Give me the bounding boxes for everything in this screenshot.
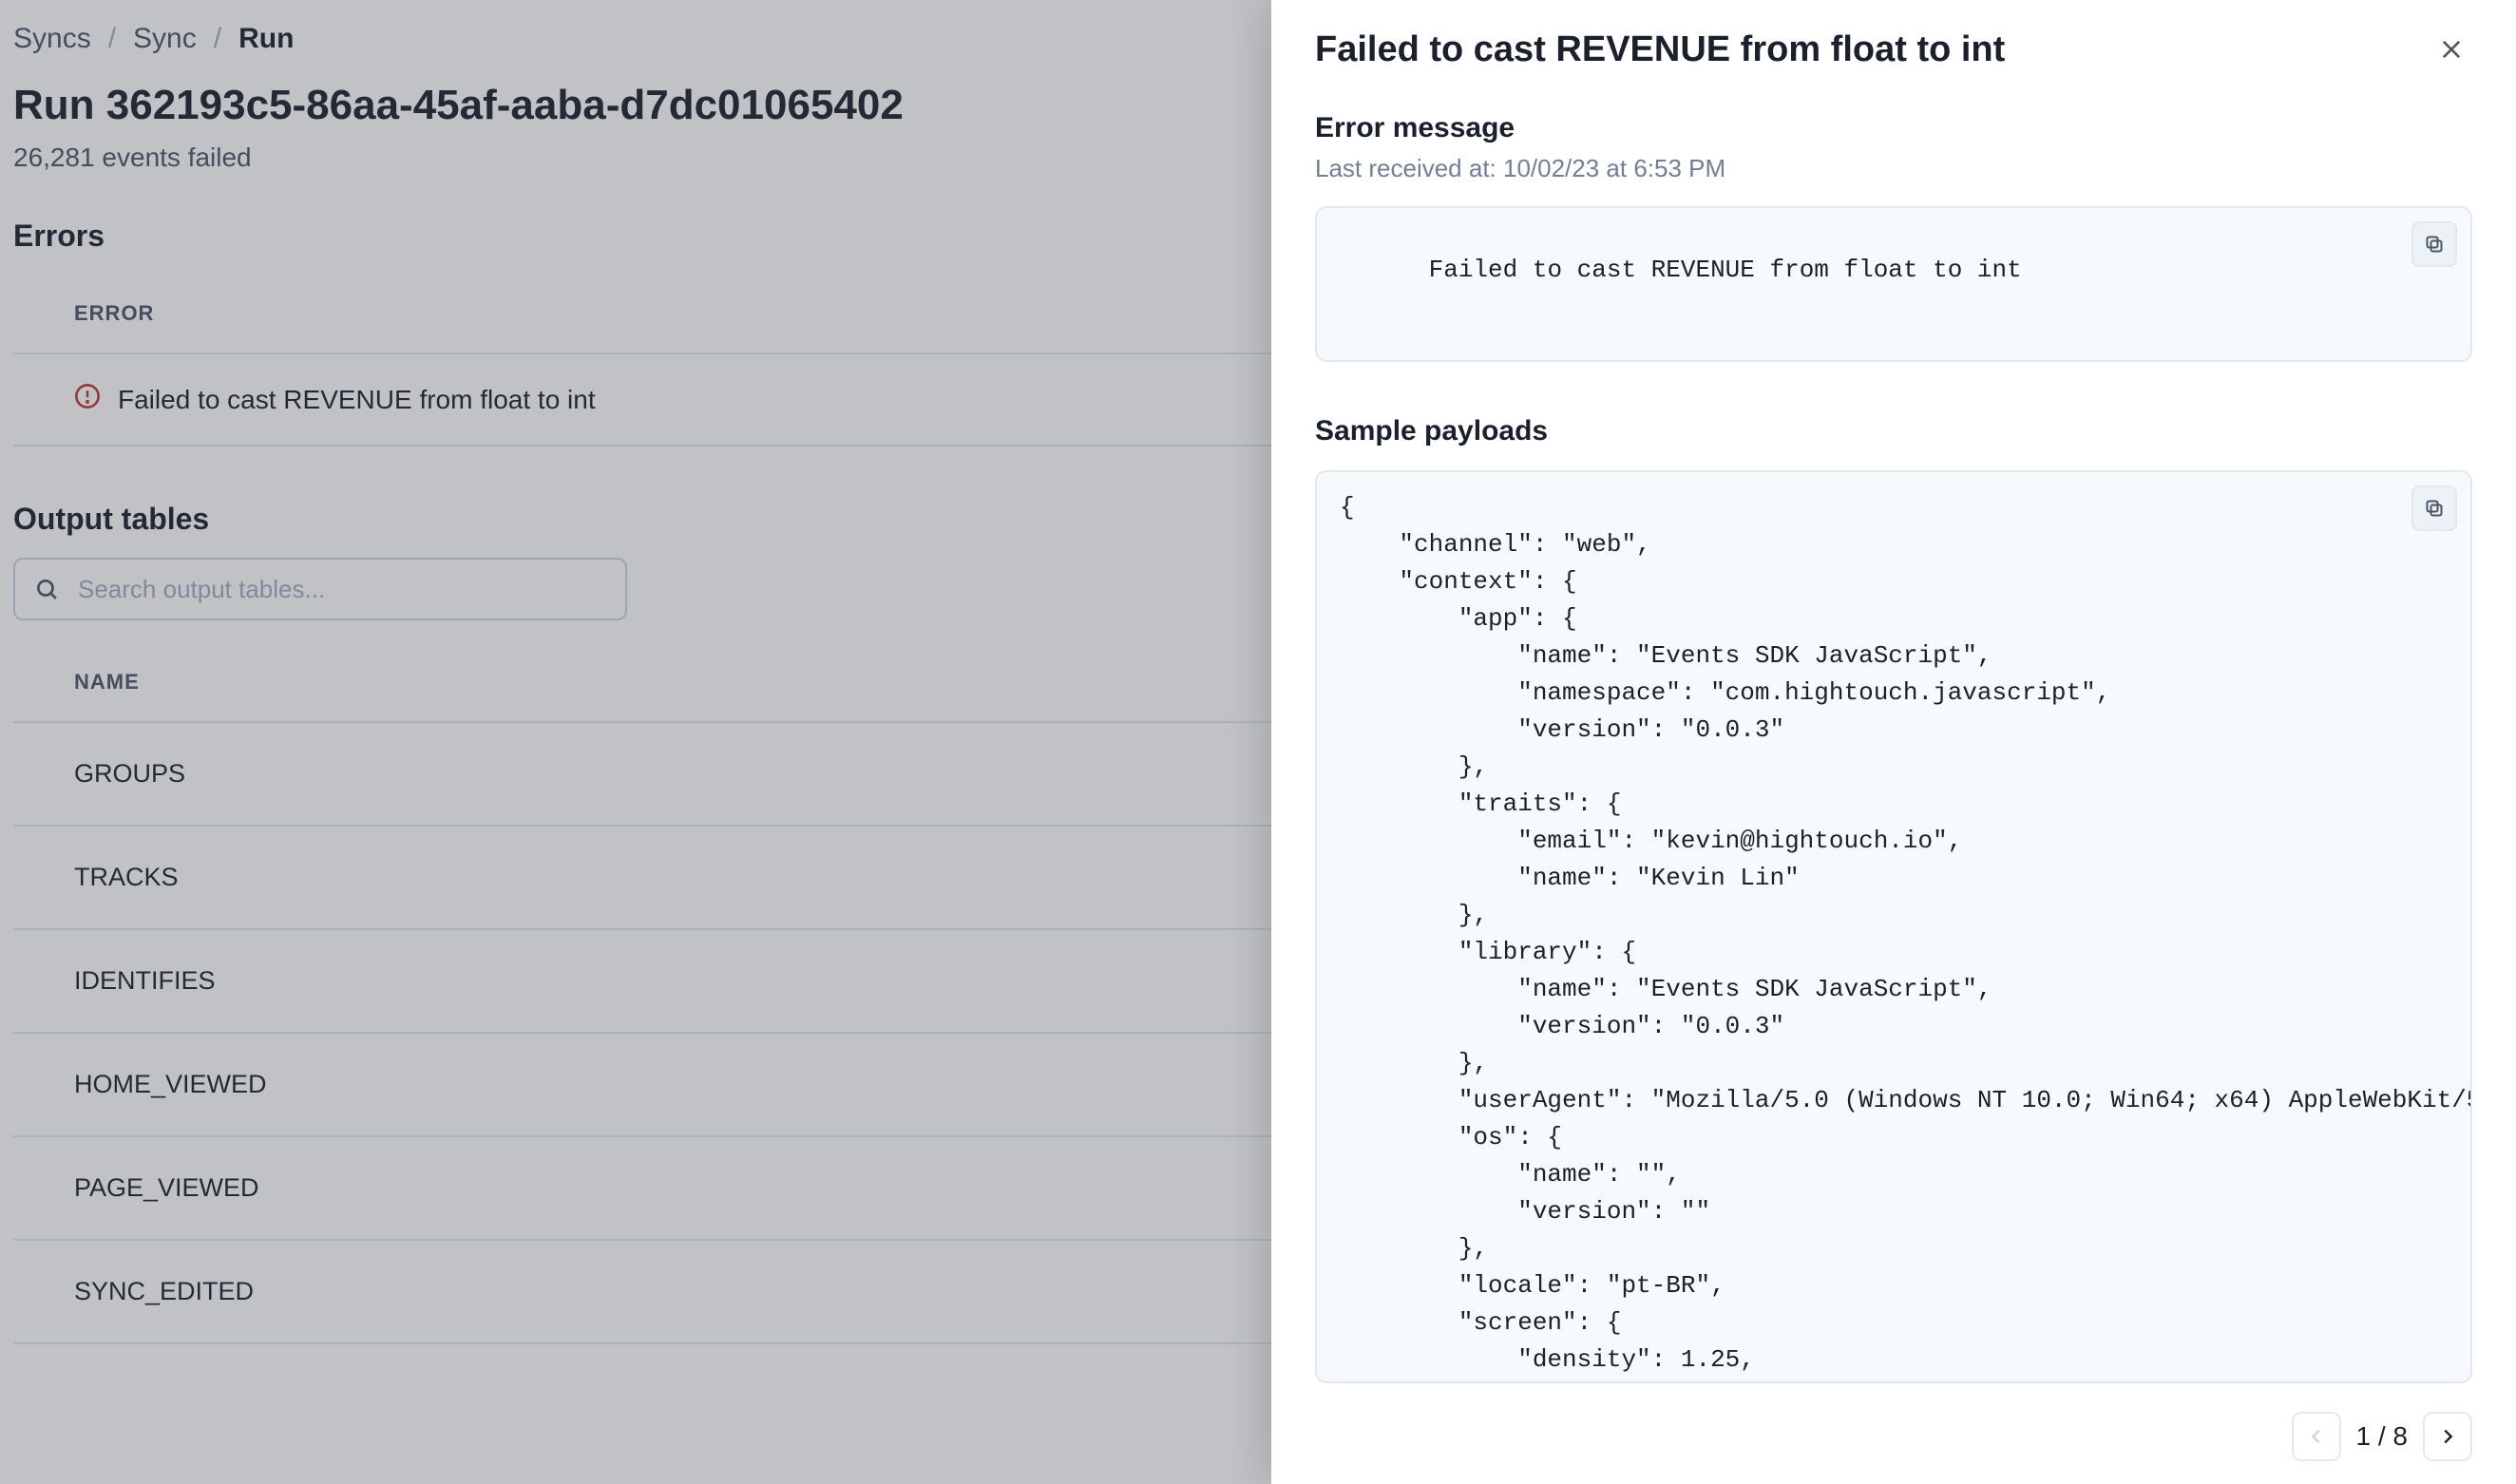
panel-title: Failed to cast REVENUE from float to int <box>1315 29 2005 70</box>
copy-error-button[interactable] <box>2411 221 2457 267</box>
copy-payload-button[interactable] <box>2411 485 2457 531</box>
pager-prev-button[interactable] <box>2292 1412 2341 1461</box>
chevron-right-icon <box>2437 1426 2458 1447</box>
error-detail-panel: Failed to cast REVENUE from float to int… <box>1271 0 2516 1484</box>
close-icon <box>2438 36 2465 63</box>
copy-icon <box>2423 233 2446 256</box>
pager-next-button[interactable] <box>2423 1412 2472 1461</box>
error-message-body: Failed to cast REVENUE from float to int <box>1429 256 2022 284</box>
sample-payload-box: { "channel": "web", "context": { "app": … <box>1315 470 2472 1383</box>
sample-payloads-heading: Sample payloads <box>1315 415 2472 447</box>
copy-icon <box>2423 497 2446 520</box>
error-message-heading: Error message <box>1315 112 2472 144</box>
sample-payload-body: { "channel": "web", "context": { "app": … <box>1340 493 2472 1383</box>
close-button[interactable] <box>2430 29 2472 70</box>
chevron-left-icon <box>2306 1426 2327 1447</box>
error-message-box: Failed to cast REVENUE from float to int <box>1315 206 2472 362</box>
error-last-received: Last received at: 10/02/23 at 6:53 PM <box>1315 154 2472 183</box>
payload-pager: 1 / 8 <box>1315 1412 2472 1461</box>
pager-position: 1 / 8 <box>2356 1421 2408 1452</box>
